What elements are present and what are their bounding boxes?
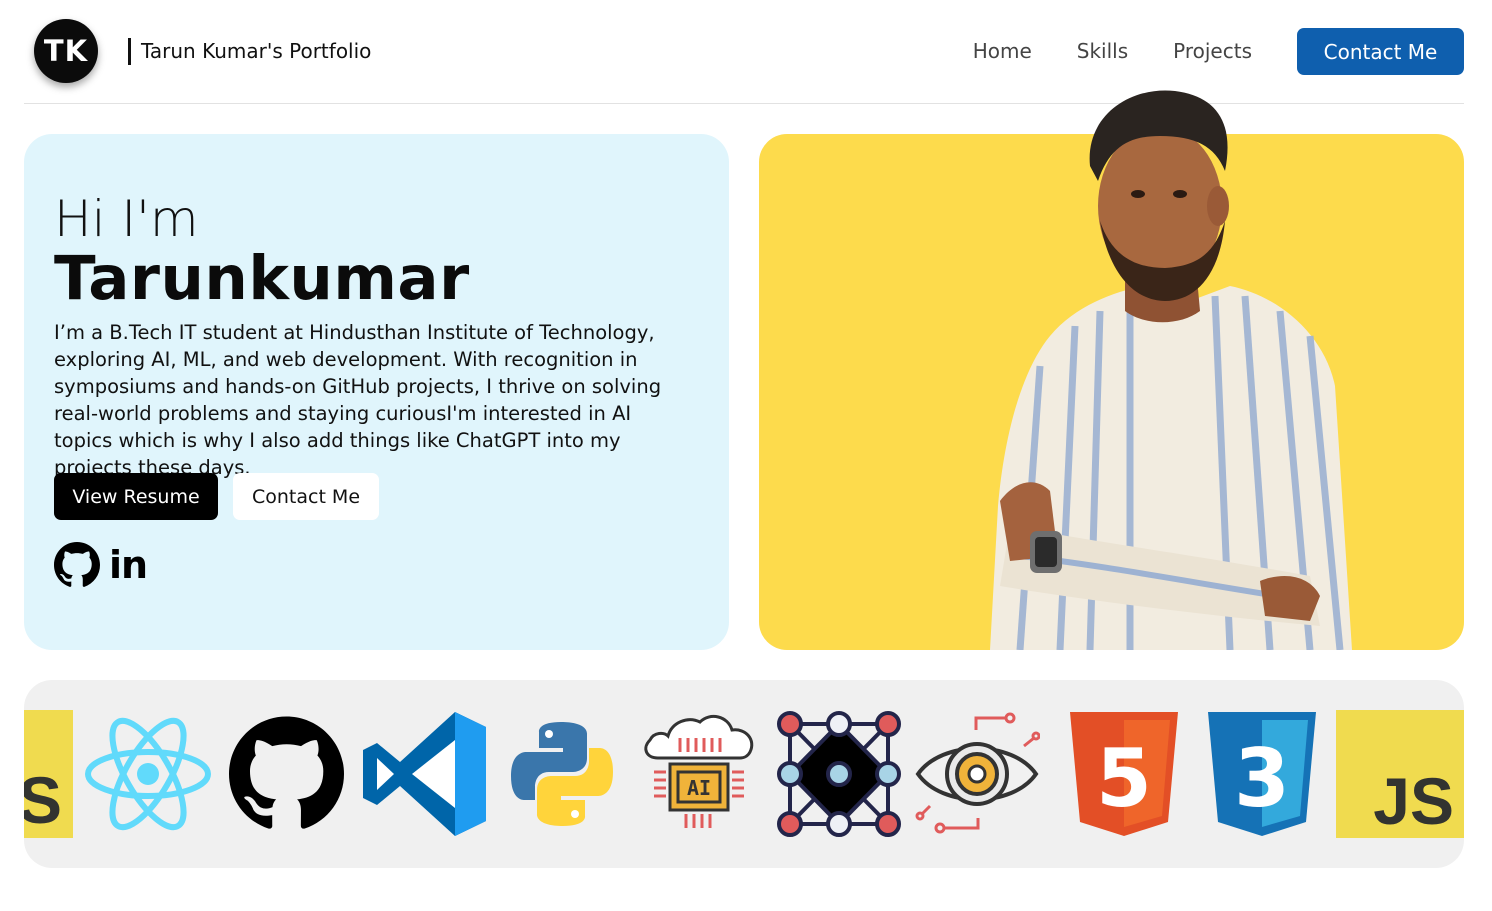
social-links: in — [54, 542, 148, 588]
nav-link-home[interactable]: Home — [973, 28, 1032, 75]
logo-badge[interactable]: TK — [34, 19, 98, 83]
python-icon — [511, 722, 613, 826]
ai-cloud-icon: AI — [644, 714, 754, 828]
profile-photo — [990, 90, 1352, 650]
intro-card: Hi I'm Tarunkumar I’m a B.Tech IT studen… — [24, 134, 729, 650]
nav-link-projects[interactable]: Projects — [1173, 28, 1252, 75]
nav-link-skills[interactable]: Skills — [1077, 28, 1128, 75]
contact-me-button[interactable]: Contact Me — [233, 473, 379, 520]
react-icon — [85, 717, 211, 831]
svg-text:AI: AI — [687, 776, 711, 800]
github-icon[interactable] — [54, 542, 100, 588]
skills-strip: S AI 5 3 JS — [24, 680, 1464, 868]
neural-network-icon — [777, 711, 901, 837]
svg-text:JS: JS — [1373, 764, 1454, 838]
css3-icon: 3 — [1208, 712, 1316, 836]
javascript-icon: JS — [1336, 710, 1464, 838]
github-icon — [229, 716, 344, 829]
vscode-icon — [363, 712, 486, 836]
bio-paragraph: I’m a B.Tech IT student at Hindusthan In… — [54, 321, 662, 479]
linkedin-icon[interactable]: in — [109, 542, 148, 588]
greeting-text: Hi I'm — [54, 190, 199, 248]
vision-gear-icon — [915, 712, 1040, 834]
hero-name: Tarunkumar — [54, 243, 470, 314]
view-resume-button[interactable]: View Resume — [54, 473, 218, 520]
svg-text:5: 5 — [1096, 732, 1152, 825]
nav-contact-button[interactable]: Contact Me — [1297, 28, 1464, 75]
brand-title[interactable]: Tarun Kumar's Portfolio — [128, 38, 371, 65]
svg-text:S: S — [24, 763, 62, 837]
svg-text:3: 3 — [1234, 732, 1290, 825]
javascript-icon: S — [24, 710, 73, 838]
html5-icon: 5 — [1070, 712, 1178, 836]
nav-links: Home Skills Projects Contact Me — [973, 28, 1464, 75]
